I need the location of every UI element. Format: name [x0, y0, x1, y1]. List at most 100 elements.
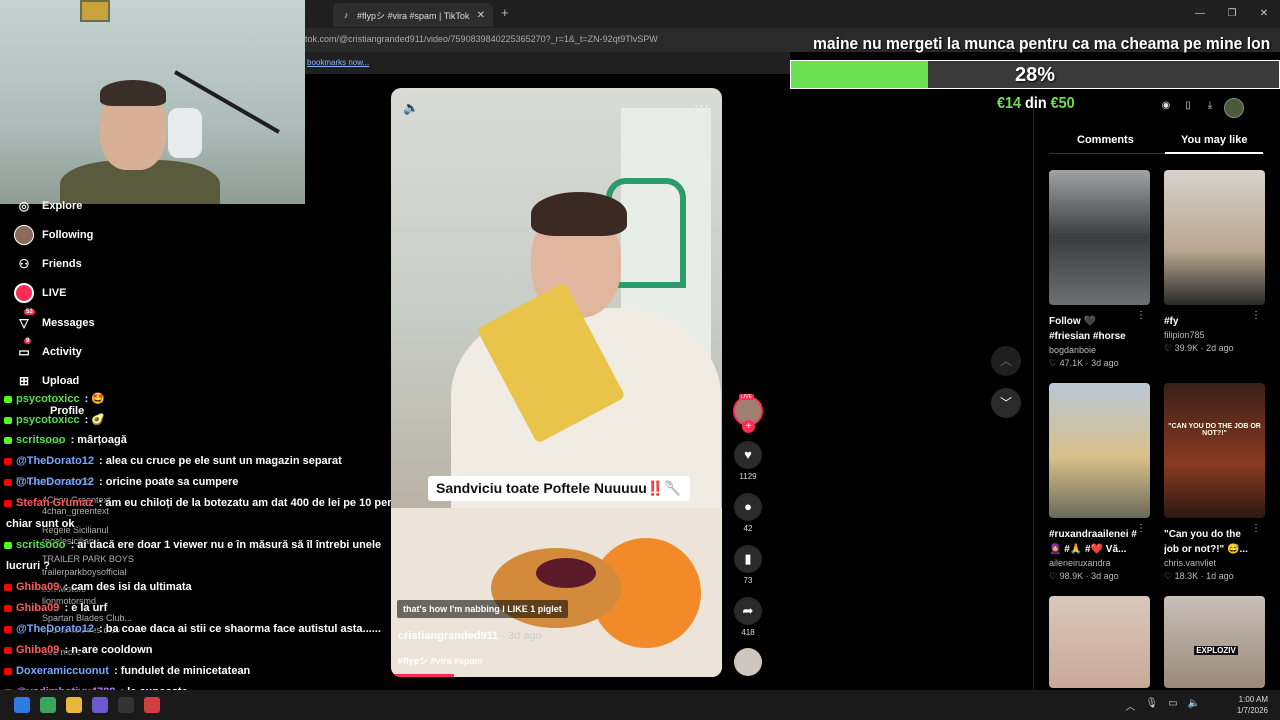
download-icon[interactable]: ⤓ — [1202, 98, 1218, 114]
restore-button[interactable]: ❐ — [1216, 0, 1248, 28]
tab-comments[interactable]: Comments — [1077, 134, 1134, 146]
sidebar-item-live[interactable]: LIVE — [14, 283, 66, 303]
video-progress-bar[interactable] — [391, 674, 454, 677]
activity-icon: ▭ 9 — [18, 338, 32, 359]
heart-icon: ♥ — [734, 441, 762, 469]
sidebar-item-following[interactable]: Following — [14, 225, 93, 245]
more-options-icon[interactable]: ··· — [694, 98, 710, 113]
brave-icon[interactable] — [144, 697, 160, 713]
video-card[interactable]: EXPLOZIV — [1164, 596, 1265, 688]
video-player[interactable]: 🔈 ··· Sandviciu toate Poftele Nuuuuu‼️🥄 … — [391, 88, 722, 677]
sidebar-item-friends[interactable]: ⚇ Friends — [14, 254, 82, 274]
follow-plus-icon[interactable]: + — [742, 420, 755, 433]
author-name[interactable]: cristiangranded911 — [398, 630, 498, 642]
close-window-button[interactable]: ✕ — [1248, 0, 1280, 28]
chat-separator: : — [81, 414, 92, 426]
activity-badge: 9 — [24, 338, 32, 344]
card-author[interactable]: chris.vanvliet — [1164, 558, 1265, 568]
volume-icon[interactable]: 🔈 — [403, 100, 419, 116]
video-card[interactable]: "CAN YOU DO THE JOB OR NOT?!" "Can you d… — [1164, 383, 1265, 582]
video-thumbnail[interactable]: EXPLOZIV — [1164, 596, 1265, 688]
chat-username: Ghiba09 — [16, 581, 60, 593]
card-title: #fy — [1164, 316, 1179, 327]
sidebar-item-explore[interactable]: ◎ Explore — [14, 196, 83, 216]
video-thumbnail[interactable] — [1164, 170, 1265, 305]
windows-start-icon[interactable] — [14, 697, 30, 713]
chevron-up-icon[interactable]: ︿ — [1125, 698, 1135, 713]
heart-icon: ♡ — [1164, 571, 1175, 581]
donation-goal-percent: 28% — [1014, 64, 1056, 86]
coin-icon[interactable]: ◉ — [1158, 98, 1174, 114]
chat-message: psycotoxicc : 🤩 — [4, 392, 105, 405]
comment-button[interactable]: ● 42 — [733, 493, 763, 533]
browser-tab[interactable]: ♪ #flypシ #vira #spam | TikTok ✕ — [333, 3, 493, 27]
music-disc[interactable] — [734, 648, 762, 676]
bookmarks-link[interactable]: bookmarks now... — [307, 58, 369, 67]
discord-icon[interactable] — [92, 697, 108, 713]
card-more-icon[interactable]: ⋮ — [1136, 310, 1146, 321]
device-icon[interactable]: ▯ — [1180, 98, 1196, 114]
friends-icon: ⚇ — [18, 257, 30, 271]
thumbnail-caption: "CAN YOU DO THE JOB OR NOT?!" — [1168, 423, 1261, 437]
tab-you-may-like[interactable]: You may like — [1164, 134, 1264, 154]
chat-username: psycotoxicc — [16, 393, 80, 405]
chat-separator: : — [67, 434, 78, 446]
share-button[interactable]: ➦ 418 — [733, 597, 763, 637]
next-video-button[interactable]: ﹀ — [991, 388, 1021, 418]
profile-avatar-icon[interactable] — [1224, 98, 1244, 118]
chat-text: alea cu cruce pe ele sunt un magazin sep… — [105, 455, 342, 467]
chat-username: @TheDorato12 — [16, 476, 94, 488]
card-title: #ruxandraailenei # — [1049, 529, 1137, 540]
tiktok-logo-icon: ♪ — [343, 10, 349, 20]
card-author[interactable]: filipion785 — [1164, 330, 1265, 340]
sidebar-item-messages[interactable]: ▽ 53 Messages — [14, 309, 95, 333]
video-card[interactable] — [1049, 596, 1150, 688]
video-card[interactable]: #fy filipion785 ♡ 39.9K · 2d ago ⋮ — [1164, 170, 1265, 354]
webcam-feed — [0, 0, 305, 204]
minimize-button[interactable]: — — [1184, 0, 1216, 28]
save-button[interactable]: ▮ 73 — [733, 545, 763, 585]
card-more-icon[interactable]: ⋮ — [1251, 523, 1261, 534]
chrome-icon[interactable] — [40, 697, 56, 713]
video-card[interactable]: Follow 🖤 #friesian #horse bogdanboie ♡ 4… — [1049, 170, 1150, 369]
messages-icon: ▽ 53 — [19, 309, 35, 330]
video-caption-banner: Sandviciu toate Poftele Nuuuuu‼️🥄 — [428, 476, 690, 501]
video-thumbnail[interactable]: "CAN YOU DO THE JOB OR NOT?!" — [1164, 383, 1265, 518]
card-more-icon[interactable]: ⋮ — [1136, 523, 1146, 534]
chat-separator: : — [95, 623, 106, 635]
sidebar-item-upload[interactable]: ⊞ Upload — [14, 371, 79, 391]
video-thumbnail[interactable] — [1049, 170, 1150, 305]
taskbar-clock[interactable]: 1:00 AM 1/7/2026 — [1237, 694, 1268, 716]
sidebar-item-label: Explore — [42, 200, 83, 212]
video-card[interactable]: #ruxandraailenei # 🧕 #🙏 #❤️ Vă... ailene… — [1049, 383, 1150, 582]
chat-username: scritsooo — [16, 434, 66, 446]
streamer-hair — [100, 80, 166, 106]
sidebar-item-activity[interactable]: ▭ 9 Activity — [14, 338, 82, 362]
close-tab-icon[interactable]: ✕ — [477, 10, 485, 21]
account-name[interactable]: Spartan Blades Club... — [42, 613, 132, 623]
taskbar-apps — [14, 697, 160, 713]
volume-icon[interactable]: 🔈 — [1188, 698, 1200, 713]
previous-video-button[interactable]: ︿ — [991, 346, 1021, 376]
video-author[interactable]: cristiangranded911 · 3d ago — [398, 630, 542, 642]
card-author[interactable]: aileneiruxandra — [1049, 558, 1150, 568]
like-button[interactable]: ♥ 1129 — [733, 441, 763, 481]
chat-text: cam des isi da ultimata — [71, 581, 192, 593]
card-author[interactable]: bogdanboie — [1049, 345, 1150, 355]
window-controls: — ❐ ✕ — [1184, 0, 1280, 28]
sidebar-item-label: Messages — [42, 317, 95, 329]
video-jam — [536, 558, 596, 588]
account-name[interactable]: TRAILER PARK BOYS — [42, 554, 134, 564]
folder-icon[interactable] — [66, 697, 82, 713]
chat-message: Ghiba09 : n-are cooldown — [4, 644, 152, 656]
video-thumbnail[interactable] — [1049, 383, 1150, 518]
youtube-platform-icon — [4, 667, 12, 675]
video-thumbnail[interactable] — [1049, 596, 1150, 688]
obs-icon[interactable] — [118, 697, 134, 713]
network-icon[interactable]: ▭ — [1168, 698, 1177, 713]
card-more-icon[interactable]: ⋮ — [1251, 310, 1261, 321]
goal-target: €50 — [1050, 95, 1075, 112]
mic-icon[interactable]: 🎙 — [1145, 698, 1158, 713]
new-tab-button[interactable]: + — [501, 5, 509, 20]
video-hashtags[interactable]: #flypシ #vira #spam — [398, 654, 483, 667]
